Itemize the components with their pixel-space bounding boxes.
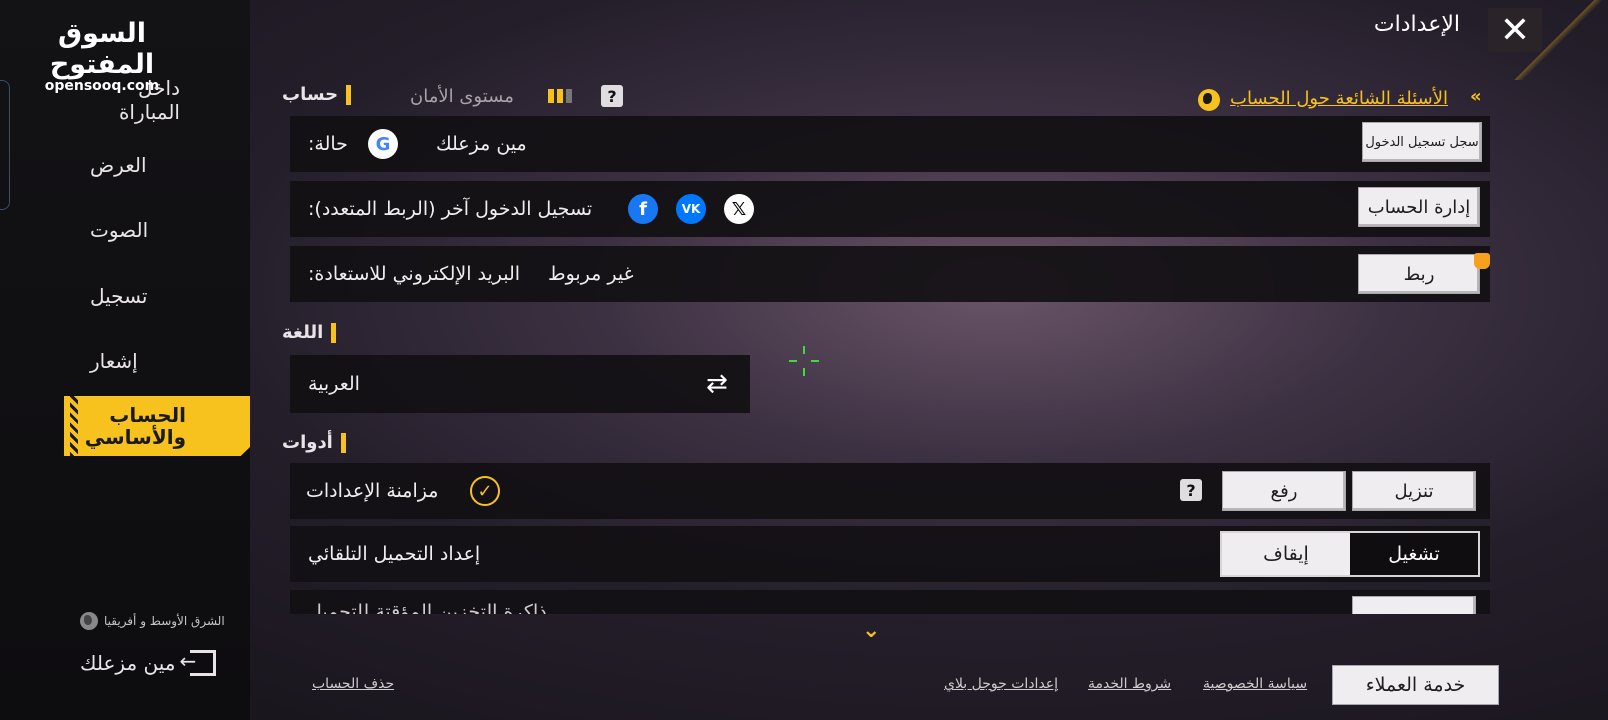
close-button[interactable]: ✕ <box>1488 8 1542 52</box>
auto-download-toggle[interactable]: إيقاف تشغيل <box>1220 531 1480 577</box>
section-bar-icon <box>340 432 346 453</box>
email-status: غير مربوط <box>548 263 634 285</box>
x-icon[interactable]: 𝕏 <box>724 194 754 224</box>
login-log-button[interactable]: سجل تسجيل الدخول <box>1362 122 1482 162</box>
sidebar-item-record[interactable]: تسجيل <box>64 270 250 322</box>
sidebar-item-sound[interactable]: الصوت <box>64 204 250 256</box>
status-label: حالة: <box>308 133 348 155</box>
privacy-link[interactable]: سياسة الخصوصية <box>1203 676 1307 692</box>
sidebar-item-label: داخل المباراة <box>118 76 180 124</box>
section-bar-icon <box>331 322 337 343</box>
facebook-icon[interactable]: f <box>628 194 658 224</box>
status-name: مين مزعلك <box>436 133 527 155</box>
partial-row-button[interactable] <box>1352 596 1476 614</box>
chevrons-icon: « <box>1470 86 1482 107</box>
security-bar-3 <box>566 89 572 103</box>
sidebar-item-in-match[interactable]: داخل المباراة <box>64 74 250 126</box>
sync-settings-row: مزامنة الإعدادات ✓ ? رفع تنزيل <box>290 463 1490 519</box>
page-title: الإعدادات <box>1373 12 1460 37</box>
recovery-email-row: البريد الإلكتروني للاستعادة: غير مربوط ر… <box>290 246 1490 302</box>
security-help-icon[interactable]: ? <box>601 85 623 107</box>
logout-icon[interactable] <box>180 649 216 676</box>
swap-icon[interactable]: ⇄ <box>706 369 728 399</box>
sidebar-item-label: الصوت <box>90 218 149 242</box>
google-play-settings-link[interactable]: إعدادات جوجل بلاي <box>944 676 1058 692</box>
auto-download-row: إعداد التحميل التلقائي إيقاف تشغيل <box>290 526 1490 582</box>
account-section-label: حساب <box>282 84 339 105</box>
auto-download-label: إعداد التحميل التلقائي <box>308 543 481 565</box>
sidebar-item-label: تسجيل <box>90 284 148 308</box>
upload-button[interactable]: رفع <box>1222 471 1346 511</box>
faq-globe-icon <box>1198 89 1220 111</box>
account-status-row: حالة: G مين مزعلك سجل تسجيل الدخول <box>290 116 1490 172</box>
region-label: الشرق الأوسط و أفريقيا <box>104 614 225 628</box>
section-bar-icon <box>346 84 352 105</box>
email-label: البريد الإلكتروني للاستعادة: <box>308 263 521 285</box>
sidebar-item-label: إشعار <box>90 349 138 373</box>
sidebar-item-label: الحساب والأساسي <box>84 403 186 449</box>
user-logout-row[interactable]: مين مزعلك <box>80 649 216 676</box>
security-level-label: مستوى الأمان <box>410 86 514 107</box>
username: مين مزعلك <box>80 651 176 675</box>
thumbs-up-icon <box>1474 253 1490 269</box>
link-email-button[interactable]: ربط <box>1358 254 1480 294</box>
region-indicator: الشرق الأوسط و أفريقيا <box>80 612 225 630</box>
tools-section-title: أدوات <box>282 432 346 453</box>
terms-link[interactable]: شروط الخدمة <box>1088 676 1171 692</box>
faq-link[interactable]: الأسئلة الشائعة حول الحساب <box>1230 88 1448 109</box>
security-bar-1 <box>548 89 554 103</box>
close-icon: ✕ <box>1499 9 1531 51</box>
account-section-title: حساب <box>282 84 352 105</box>
partial-row: ذاكرة التخزين المؤقتة للتحميل <box>290 590 1490 614</box>
security-bar-2 <box>557 89 563 103</box>
sidebar-item-display[interactable]: العرض <box>64 139 250 191</box>
language-section-label: اللغة <box>282 322 324 343</box>
toggle-off-option[interactable]: إيقاف <box>1222 533 1350 575</box>
google-icon: G <box>368 129 398 159</box>
sync-help-icon[interactable]: ? <box>1180 479 1202 501</box>
partial-row-label: ذاكرة التخزين المؤقتة للتحميل <box>308 601 547 614</box>
sidebar-item-label: العرض <box>90 153 147 177</box>
sidebar-item-notification[interactable]: إشعار <box>64 335 250 387</box>
sync-settings-label: مزامنة الإعدادات <box>306 480 439 502</box>
current-language: العربية <box>308 373 360 395</box>
language-section-title: اللغة <box>282 322 337 343</box>
toggle-on-option[interactable]: تشغيل <box>1350 533 1478 575</box>
delete-account-link[interactable]: حذف الحساب <box>312 676 394 692</box>
watermark-arabic: السوق المفتوح <box>49 18 155 80</box>
other-login-row: تسجيل الدخول آخر (الربط المتعدد): f VK 𝕏… <box>290 181 1490 237</box>
vk-icon[interactable]: VK <box>676 194 706 224</box>
language-selector[interactable]: العربية ⇄ <box>290 355 750 413</box>
tools-section-label: أدوات <box>282 432 333 453</box>
other-login-label: تسجيل الدخول آخر (الربط المتعدد): <box>308 198 593 220</box>
sidebar-edge-decoration <box>0 80 10 210</box>
security-level-bars <box>548 89 572 103</box>
scroll-down-icon[interactable]: ⌄ <box>862 618 880 643</box>
globe-icon <box>80 612 98 630</box>
customer-service-button[interactable]: خدمة العملاء <box>1332 665 1499 705</box>
check-icon: ✓ <box>470 476 500 506</box>
download-button[interactable]: تنزيل <box>1352 471 1476 511</box>
manage-account-button[interactable]: إدارة الحساب <box>1358 187 1480 227</box>
sidebar: السوق المفتوح opensooq.com داخل المباراة… <box>0 0 250 720</box>
sidebar-item-account-basic[interactable]: الحساب والأساسي <box>64 396 250 456</box>
crosshair-icon <box>789 346 819 376</box>
